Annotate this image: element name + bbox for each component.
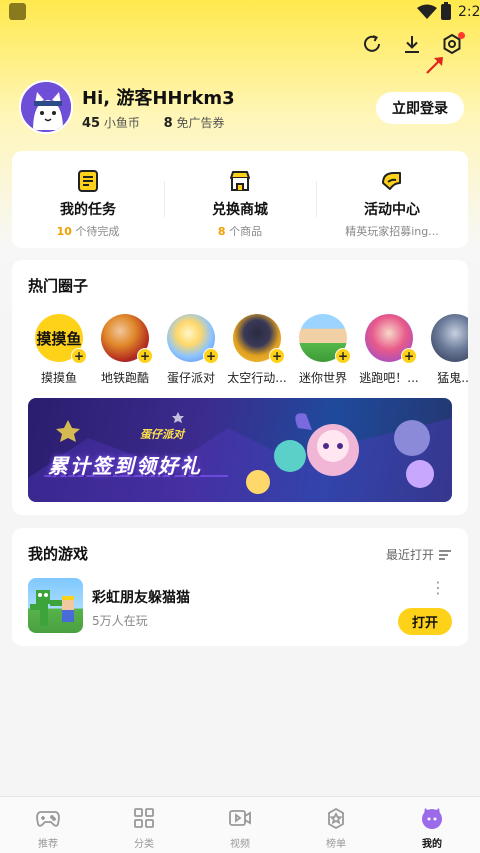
megaphone-icon (379, 168, 405, 194)
quick-title: 我的任务 (60, 202, 116, 218)
nav-label: 视频 (230, 839, 250, 850)
game-icon[interactable] (28, 578, 83, 633)
quick-sub: 8 个商品 (217, 225, 263, 238)
circle-avatar: + (233, 314, 285, 364)
game-name: 彩虹朋友躲猫猫 (92, 590, 190, 606)
bottom-nav: 推荐 分类 视频 榜单 我的 (0, 796, 480, 853)
quick-title: 兑换商城 (212, 202, 268, 218)
nav-label: 我的 (422, 839, 442, 850)
circle-label: 逃跑吧！... (359, 371, 419, 385)
nav-item-recommend[interactable]: 推荐 (0, 797, 96, 853)
circle-avatar: 摸摸鱼 + (35, 314, 87, 364)
ranking-icon (324, 806, 348, 830)
quick-actions-card: 我的任务 10 个待完成 兑换商城 8 个商品 活动中心 精英玩家招募ing..… (12, 151, 468, 248)
battery-icon (441, 2, 451, 20)
open-game-button[interactable]: 打开 (398, 608, 452, 635)
quick-sub: 精英玩家招募ing... (345, 225, 439, 238)
user-stats: 45 小鱼币 8 免广告券 (82, 114, 224, 131)
nav-item-ranking[interactable]: 榜单 (288, 797, 384, 853)
circle-label: 太空行动... (227, 371, 287, 385)
nav-item-video[interactable]: 视频 (192, 797, 288, 853)
wifi-icon (417, 4, 437, 19)
sort-button[interactable]: 最近打开 (386, 546, 452, 563)
circle-label: 地铁跑酷 (100, 371, 149, 385)
my-games-card: 我的游戏 最近打开 彩虹朋友躲猫猫 5万人在玩 ⋮ 打开 (12, 528, 468, 646)
nav-label: 榜单 (326, 839, 346, 850)
notification-dot (458, 32, 465, 39)
game-artwork (30, 590, 74, 626)
circle-avatar: + (365, 314, 417, 364)
coins-label: 小鱼币 (103, 116, 140, 130)
ad-free-value: 8 (163, 116, 173, 131)
sort-icon (439, 549, 451, 560)
circle-item[interactable]: + 迷你世界 (290, 314, 356, 390)
login-button[interactable]: 立即登录 (376, 92, 464, 124)
plus-icon[interactable]: + (203, 348, 219, 364)
plus-icon[interactable]: + (137, 348, 153, 364)
quick-item-shop[interactable]: 兑换商城 8 个商品 (164, 151, 316, 248)
hot-circles-title: 热门圈子 (28, 277, 89, 295)
nav-label: 分类 (134, 839, 154, 850)
sort-label: 最近打开 (385, 548, 434, 562)
circle-item[interactable]: + 太空行动... (224, 314, 290, 390)
circle-label: 猛鬼... (437, 371, 468, 385)
event-banner[interactable]: 蛋仔派对 累计签到领好礼 (28, 398, 452, 502)
circle-item[interactable]: + 地铁跑酷 (92, 314, 158, 390)
status-time: 2:24 (458, 4, 480, 20)
status-bar: 2:24 (0, 0, 480, 26)
circle-avatar-text: 摸摸鱼 (36, 329, 82, 348)
circle-item[interactable]: + 蛋仔派对 (158, 314, 224, 390)
greeting: Hi, 游客HHrkm3 (82, 88, 235, 109)
coins-value: 45 (82, 116, 101, 131)
plus-icon[interactable]: + (269, 348, 285, 364)
quick-item-events[interactable]: 活动中心 精英玩家招募ing... (316, 151, 468, 248)
circle-item[interactable]: 摸摸鱼 + 摸摸鱼 (26, 314, 92, 390)
nav-label: 推荐 (38, 839, 58, 850)
circle-avatar (431, 314, 468, 362)
plus-icon[interactable]: + (335, 348, 351, 364)
quick-sub: 10 个待完成 (56, 225, 120, 238)
circle-avatar: + (101, 314, 153, 364)
circle-item[interactable]: 猛鬼... (422, 314, 468, 390)
grid-icon (132, 806, 156, 830)
nav-item-mine[interactable]: 我的 (384, 797, 480, 853)
avatar[interactable] (19, 80, 73, 134)
circle-avatar: + (299, 314, 351, 364)
circle-label: 迷你世界 (298, 371, 347, 385)
banner-title: 累计签到领好礼 (48, 454, 202, 478)
shop-icon (227, 168, 253, 194)
banner-subtitle: 蛋仔派对 (140, 428, 184, 441)
circle-item[interactable]: + 逃跑吧！... (356, 314, 422, 390)
circle-avatar: + (167, 314, 219, 364)
gamepad-icon (36, 806, 60, 830)
task-list-icon (75, 168, 101, 194)
circle-label: 摸摸鱼 (40, 371, 77, 385)
download-icon[interactable] (399, 31, 425, 57)
game-players: 5万人在玩 (92, 614, 148, 628)
hot-circles-card: 热门圈子 摸摸鱼 + 摸摸鱼 + 地铁跑酷 + 蛋仔派对 + 太空行动... +… (12, 260, 468, 515)
nav-item-category[interactable]: 分类 (96, 797, 192, 853)
ad-free-label: 免广告券 (176, 116, 225, 130)
video-icon (228, 806, 252, 830)
plus-icon[interactable]: + (401, 348, 417, 364)
refresh-icon[interactable] (359, 31, 385, 57)
more-options-icon[interactable]: ⋮ (430, 580, 446, 596)
plus-icon[interactable]: + (71, 348, 87, 364)
profile-icon (420, 806, 444, 830)
circles-list[interactable]: 摸摸鱼 + 摸摸鱼 + 地铁跑酷 + 蛋仔派对 + 太空行动... + 迷你世界… (26, 314, 468, 390)
circle-label: 蛋仔派对 (166, 371, 215, 385)
quick-item-tasks[interactable]: 我的任务 10 个待完成 (12, 151, 164, 248)
my-games-title: 我的游戏 (28, 545, 89, 563)
quick-title: 活动中心 (364, 202, 420, 218)
app-notification-icon (9, 3, 26, 20)
pointer-arrow (426, 57, 443, 74)
